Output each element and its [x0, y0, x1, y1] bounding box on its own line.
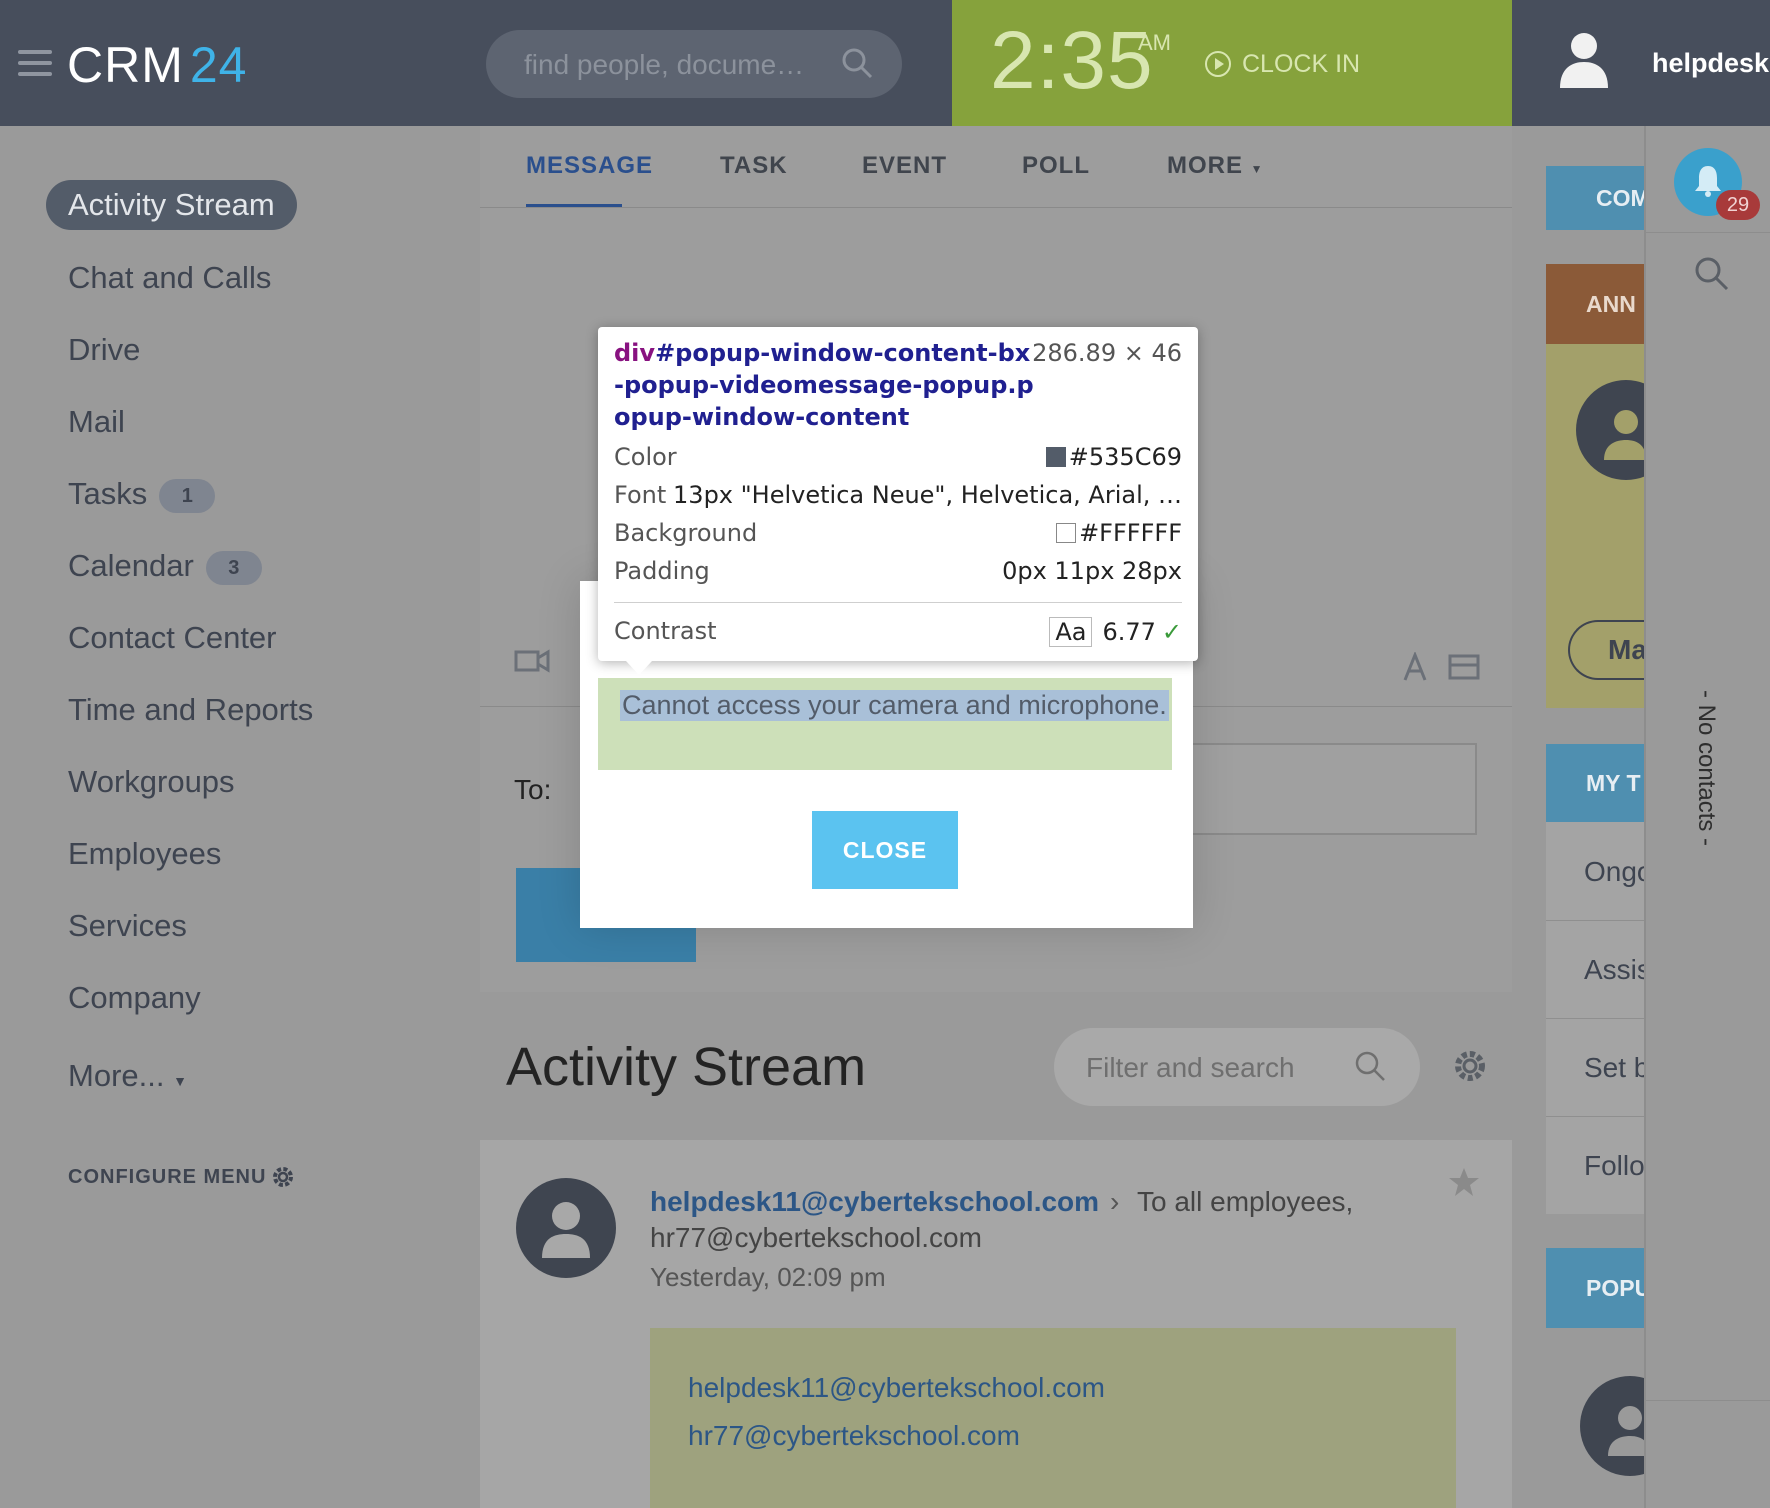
play-icon[interactable] [1204, 50, 1232, 78]
recipient-field[interactable] [1185, 743, 1477, 835]
popular-header[interactable]: POPU [1546, 1248, 1646, 1328]
inspector-tooltip: div#popup-window-content-bx-popup-videom… [598, 327, 1198, 661]
no-contacts-label: - No contacts - [1693, 690, 1720, 847]
sidebar-item-contact-center[interactable]: Contact Center [68, 620, 277, 656]
close-button[interactable]: CLOSE [812, 811, 958, 889]
chevron-down-icon: ▼ [1250, 162, 1264, 176]
my-tasks-header[interactable]: MY T [1546, 744, 1646, 822]
sidebar-item-employees[interactable]: Employees [68, 836, 221, 872]
padding-row: Padding 0px 11px 28px [614, 557, 1182, 585]
search-icon[interactable] [840, 46, 874, 80]
contrast-row: Contrast Aa 6.77 ✓ [614, 617, 1182, 647]
background-row: Background #FFFFFF [614, 519, 1182, 547]
chevron-right-icon: › [1110, 1186, 1120, 1217]
list-item[interactable]: Ongo [1584, 856, 1653, 888]
color-swatch [1045, 447, 1066, 467]
avatar[interactable] [516, 1178, 616, 1278]
sidebar-item-mail[interactable]: Mail [68, 404, 125, 440]
tooltip-arrow [626, 661, 652, 675]
sidebar-item-calendar[interactable]: Calendar 3 [68, 548, 262, 585]
text-format-icon[interactable] [1402, 652, 1428, 682]
sidebar-item-time-reports[interactable]: Time and Reports [68, 692, 313, 728]
sidebar-item-chat[interactable]: Chat and Calls [68, 260, 271, 296]
logo[interactable]: CRM 24 [67, 36, 248, 94]
sidebar-item-services[interactable]: Services [68, 908, 187, 944]
gear-icon[interactable] [1452, 1048, 1488, 1084]
post-recipients-2: hr77@cybertekschool.com [650, 1222, 982, 1253]
sidebar-item-tasks[interactable]: Tasks 1 [68, 476, 216, 513]
tab-event[interactable]: EVENT [862, 152, 947, 180]
search-placeholder: find people, docume… [524, 49, 805, 80]
clock-in-button[interactable]: CLOCK IN [1242, 50, 1360, 79]
tab-message[interactable]: MESSAGE [526, 152, 653, 180]
checkmark-icon: ✓ [1161, 618, 1182, 646]
clock-time: 2:35 [990, 15, 1154, 106]
post-author-link[interactable]: helpdesk11@cybertekschool.com [650, 1186, 1099, 1218]
sidebar-item-label: More... [68, 1058, 165, 1093]
company-pulse-header[interactable]: COM [1546, 166, 1646, 230]
sidebar-item-company[interactable]: Company [68, 980, 201, 1016]
top-header: CRM 24 find people, docume… 2:35 AM CLOCK… [0, 0, 1770, 126]
my-tasks-list: Ongo Assis Set b Follo [1546, 822, 1653, 1214]
post-mention-link[interactable]: hr77@cybertekschool.com [688, 1420, 1020, 1452]
filter-search[interactable]: Filter and search [1054, 1028, 1420, 1106]
menu-icon[interactable] [18, 50, 52, 76]
popup-message: Cannot access your camera and microphone… [620, 690, 1169, 721]
post-content: helpdesk11@cybertekschool.com hr77@cyber… [650, 1328, 1456, 1508]
panel-icon[interactable] [1448, 654, 1480, 680]
post-timestamp[interactable]: Yesterday, 02:09 pm [650, 1262, 886, 1293]
bell-icon [1695, 166, 1721, 197]
search-icon[interactable] [1694, 256, 1730, 292]
composer-tabs: MESSAGE TASK EVENT POLL MORE ▼ [480, 126, 1512, 208]
filter-placeholder: Filter and search [1086, 1052, 1295, 1083]
post-mention-link[interactable]: helpdesk11@cybertekschool.com [688, 1372, 1105, 1404]
video-message-icon[interactable] [514, 646, 550, 676]
color-swatch [1056, 523, 1077, 543]
list-item[interactable]: Follo [1584, 1150, 1645, 1182]
post-recipients: To all employees, [1137, 1186, 1354, 1217]
page-title: Activity Stream [506, 1037, 867, 1097]
element-size: 286.89 × 46 [1032, 339, 1182, 367]
divider [1646, 232, 1770, 233]
chevron-down-icon: ▼ [173, 1073, 187, 1089]
star-icon[interactable] [1448, 1166, 1480, 1198]
announcements-header[interactable]: ANN [1546, 264, 1646, 344]
divider [1646, 1400, 1770, 1401]
tab-task[interactable]: TASK [720, 152, 788, 180]
font-row: Font 13px "Helvetica Neue", Helvetica, A… [614, 481, 1182, 509]
sidebar-item-workgroups[interactable]: Workgroups [68, 764, 235, 800]
calendar-count-badge: 3 [205, 550, 262, 585]
notification-count-badge: 29 [1716, 190, 1760, 220]
to-label: To: [514, 774, 552, 805]
tab-poll[interactable]: POLL [1022, 152, 1090, 180]
announcement-card: Ma [1546, 344, 1668, 708]
list-item[interactable]: Assis [1584, 954, 1651, 986]
avatar [1580, 1376, 1646, 1476]
stream-post: helpdesk11@cybertekschool.com › To all e… [480, 1140, 1512, 1508]
configure-menu-button[interactable]: CONFIGURE MENU [68, 1166, 266, 1189]
sidebar-item-more[interactable]: More... ▼ [68, 1058, 187, 1094]
element-selector: div#popup-window-content-bx-popup-videom… [614, 339, 1034, 431]
search-icon[interactable] [1354, 1050, 1386, 1082]
list-item[interactable]: Set b [1584, 1052, 1649, 1084]
gear-icon[interactable] [270, 1164, 296, 1190]
sidebar-item-activity-stream[interactable]: Activity Stream [46, 180, 297, 230]
global-search[interactable]: find people, docume… [486, 30, 902, 98]
tasks-count-badge: 1 [159, 478, 216, 513]
avatar [1576, 380, 1646, 480]
username[interactable]: helpdesk [1652, 48, 1769, 79]
divider [614, 602, 1182, 603]
tab-more[interactable]: MORE ▼ [1167, 152, 1264, 180]
clock-panel: 2:35 AM CLOCK IN [952, 0, 1512, 126]
sidebar-item-label: Tasks [68, 476, 148, 511]
user-icon [542, 1202, 590, 1258]
sidebar-item-label: Calendar [68, 548, 194, 583]
user-avatar-icon[interactable] [1558, 30, 1610, 88]
sidebar-item-drive[interactable]: Drive [68, 332, 140, 368]
active-tab-underline [526, 204, 622, 207]
clock-ampm: AM [1138, 30, 1171, 55]
color-row: Color #535C69 [614, 443, 1182, 471]
popup-message-box: Cannot access your camera and microphone… [598, 678, 1172, 770]
